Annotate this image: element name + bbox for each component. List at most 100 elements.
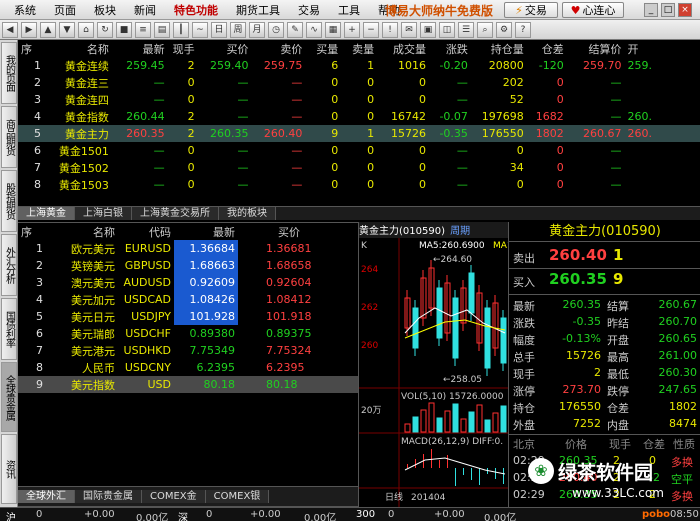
tab-intl-metals[interactable]: 国际贵金属: [75, 490, 142, 503]
tab-global-fx[interactable]: 全球外汇: [18, 490, 75, 503]
tab-my-board[interactable]: 我的板块: [219, 207, 276, 220]
forward-icon[interactable]: ▶: [21, 21, 37, 38]
tab-comex-silver[interactable]: COMEX银: [205, 490, 270, 503]
fx-col-no[interactable]: 序: [18, 223, 48, 240]
cell-last: —: [153, 93, 165, 106]
table-row[interactable]: 5 黄金主力 260.35 2 260.35 260.40 9 1 15726 -0.35 1765…: [18, 125, 700, 142]
cell-oi: 0: [516, 144, 524, 157]
window-icon[interactable]: ◫: [439, 21, 455, 38]
close-icon[interactable]: ×: [678, 3, 692, 17]
tab-shanghai-gold[interactable]: 上海黄金: [18, 207, 75, 220]
menu-trade[interactable]: 交易: [298, 2, 320, 18]
fx-col-code[interactable]: 代码: [118, 223, 174, 240]
col-open[interactable]: 开: [625, 40, 700, 57]
col-bid[interactable]: 买价: [198, 40, 252, 57]
tab-sge[interactable]: 上海黄金交易所: [132, 207, 219, 220]
col-oi[interactable]: 持仓量: [471, 40, 527, 57]
col-no[interactable]: 序: [18, 40, 44, 57]
fx-row[interactable]: 6 美元瑞郎 USDCHF 0.89380 0.89375: [18, 325, 358, 342]
fx-row[interactable]: 3 澳元美元 AUDUSD 0.92609 0.92604: [18, 274, 358, 291]
table-row[interactable]: 7 黄金1502 — 0 — — 0 0 0 — 34 0 —: [18, 159, 700, 176]
chart-period-button[interactable]: 周期: [450, 226, 470, 237]
day-icon[interactable]: 日: [211, 21, 227, 38]
col-settle[interactable]: 结算价: [567, 40, 625, 57]
kline-icon[interactable]: ┃: [173, 21, 189, 38]
left-tab-index-futures[interactable]: 股指期货: [1, 170, 17, 232]
table-row[interactable]: 6 黄金1501 — 0 — — 0 0 0 — 0 0 —: [18, 142, 700, 159]
draw-icon[interactable]: ✎: [287, 21, 303, 38]
col-last[interactable]: 最新: [112, 40, 168, 57]
fx-row[interactable]: 2 英镑美元 GBPUSD 1.68663 1.68658: [18, 257, 358, 274]
alert-icon[interactable]: !: [382, 21, 398, 38]
period-icon[interactable]: ◷: [268, 21, 284, 38]
buy-row[interactable]: 买入 260.35 9: [509, 270, 700, 292]
fx-row[interactable]: 8 人民币 USDCNY 6.2395 6.2395: [18, 359, 358, 376]
tab-shanghai-silver[interactable]: 上海白银: [75, 207, 132, 220]
grid-icon[interactable]: ▦: [325, 21, 341, 38]
left-tab-bond-rates[interactable]: 国债利率: [1, 298, 17, 360]
table-row[interactable]: 8 黄金1503 — 0 — — 0 0 0 — 0 0 —: [18, 176, 700, 193]
indicator-icon[interactable]: ∿: [306, 21, 322, 38]
quote-list-icon[interactable]: ≡: [135, 21, 151, 38]
menu-futures-tools[interactable]: 期货工具: [236, 2, 280, 18]
fx-row[interactable]: 4 美元加元 USDCAD 1.08426 1.08412: [18, 291, 358, 308]
menu-features[interactable]: 特色功能: [174, 2, 218, 18]
settings-icon[interactable]: ⚙: [496, 21, 512, 38]
fx-row[interactable]: 9 美元指数 USD 80.18 80.18: [18, 376, 358, 393]
col-ask[interactable]: 卖价: [252, 40, 306, 57]
tile-icon[interactable]: ▣: [420, 21, 436, 38]
left-tab-global-metals[interactable]: 全球贵金属: [1, 362, 17, 432]
left-tab-my-page[interactable]: 我的页面: [1, 42, 17, 104]
col-bidv[interactable]: 买量: [305, 40, 341, 57]
col-total[interactable]: 成交量: [377, 40, 429, 57]
fx-row[interactable]: 5 美元日元 USDJPY 101.928 101.918: [18, 308, 358, 325]
left-tab-fx-analysis[interactable]: 外汇分析: [1, 234, 17, 296]
menu-news[interactable]: 新闻: [134, 2, 156, 18]
col-name[interactable]: 名称: [44, 40, 112, 57]
menu-tools[interactable]: 工具: [338, 2, 360, 18]
fx-col-name[interactable]: 名称: [48, 223, 118, 240]
week-icon[interactable]: 周: [230, 21, 246, 38]
menu-sector[interactable]: 板块: [94, 2, 116, 18]
minimize-icon[interactable]: _: [644, 3, 658, 17]
maximize-icon[interactable]: □: [661, 3, 675, 17]
col-oichg[interactable]: 仓差: [527, 40, 567, 57]
trade-button[interactable]: ⚡ 交易: [504, 2, 558, 18]
zoom-in-icon[interactable]: +: [344, 21, 360, 38]
table-row[interactable]: 2 黄金连三 — 0 — — 0 0 0 — 202 0 —: [18, 74, 700, 91]
tab-comex-gold[interactable]: COMEX金: [142, 490, 206, 503]
refresh-icon[interactable]: ↻: [97, 21, 113, 38]
cell-askv: 0: [367, 144, 375, 157]
status-sz-label: 深: [178, 513, 188, 521]
table-row[interactable]: 1 黄金连续 259.45 2 259.40 259.75 6 1 1016 -0.20 20800…: [18, 57, 700, 74]
note-icon[interactable]: ✉: [401, 21, 417, 38]
menu-page[interactable]: 页面: [54, 2, 76, 18]
connect-button[interactable]: ♥ 心连心: [562, 2, 624, 18]
month-icon[interactable]: 月: [249, 21, 265, 38]
menu-system[interactable]: 系统: [14, 2, 36, 18]
col-askv[interactable]: 卖量: [341, 40, 377, 57]
kline-chart-panel[interactable]: 黄金主力(010590) 周期 K MA5:260.6900 MA10 264 …: [358, 222, 509, 507]
help-icon[interactable]: ?: [515, 21, 531, 38]
up-icon[interactable]: ▲: [40, 21, 56, 38]
down-icon[interactable]: ▼: [59, 21, 75, 38]
left-tab-commodity[interactable]: 商品期货: [1, 106, 17, 168]
home-icon[interactable]: ⌂: [78, 21, 94, 38]
zoom-out-icon[interactable]: −: [363, 21, 379, 38]
col-vol[interactable]: 现手: [168, 40, 198, 57]
table-row[interactable]: 4 黄金指数 260.44 2 — — 0 0 16742 -0.07 197698 1682 — 260…: [18, 108, 700, 125]
fx-col-bid[interactable]: 买价: [238, 223, 358, 240]
sell-row[interactable]: 卖出 260.40 1: [509, 246, 700, 268]
col-chg[interactable]: 涨跌: [429, 40, 471, 57]
fx-col-last[interactable]: 最新: [174, 223, 238, 240]
list-icon[interactable]: ☰: [458, 21, 474, 38]
fx-row[interactable]: 1 欧元美元 EURUSD 1.36684 1.36681: [18, 240, 358, 257]
chart-icon[interactable]: ▤: [154, 21, 170, 38]
search-icon[interactable]: ⌕: [477, 21, 493, 38]
left-tab-news[interactable]: 资讯: [1, 434, 17, 504]
back-icon[interactable]: ◀: [2, 21, 18, 38]
fx-row[interactable]: 7 美元港元 USDHKD 7.75349 7.75324: [18, 342, 358, 359]
stop-icon[interactable]: ■: [116, 21, 132, 38]
min-chart-icon[interactable]: ~: [192, 21, 208, 38]
table-row[interactable]: 3 黄金连四 — 0 — — 0 0 0 — 52 0 —: [18, 91, 700, 108]
